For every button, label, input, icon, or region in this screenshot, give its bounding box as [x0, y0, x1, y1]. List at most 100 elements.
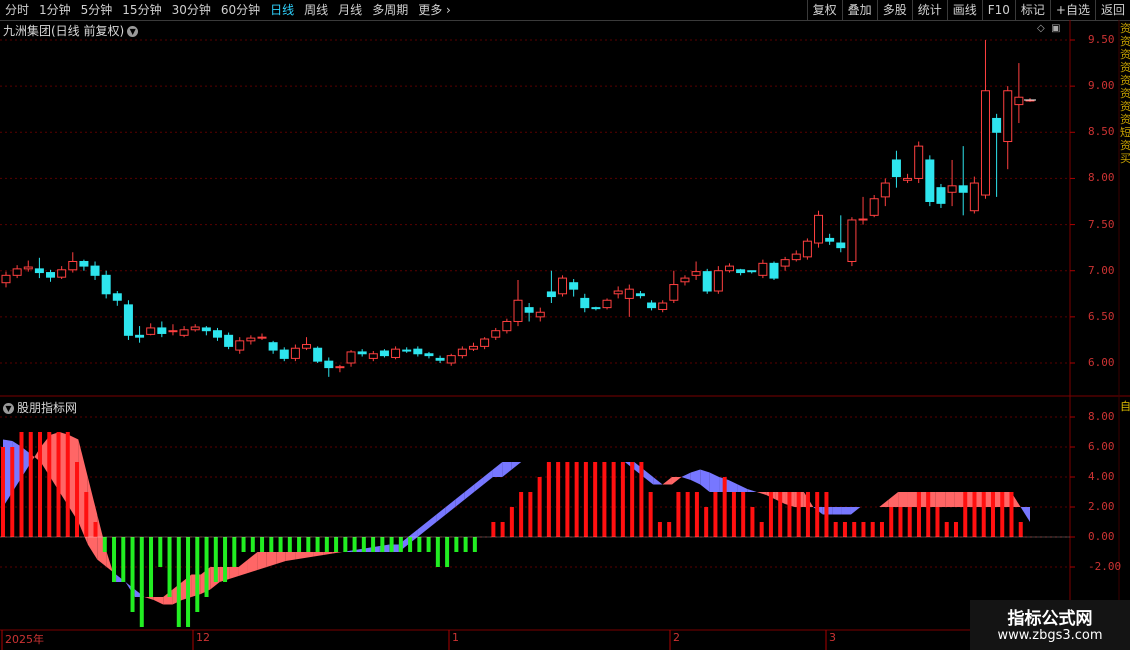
candle-body: [346, 351, 356, 364]
candle-body: [224, 334, 234, 347]
indicator-bar: [93, 522, 98, 537]
indicator-band-segment: [756, 492, 767, 495]
candle-body: [290, 347, 300, 359]
indicator-band-segment: [832, 507, 842, 515]
indicator-bar: [824, 492, 829, 537]
indicator-bar: [953, 522, 958, 537]
indicator-bar: [186, 537, 191, 627]
indicator-bar: [741, 492, 746, 537]
diamond-icon[interactable]: ◇: [1037, 23, 1045, 34]
indicator-bar: [879, 522, 884, 537]
indicator-bar: [898, 507, 903, 537]
candle-body: [535, 311, 545, 318]
indicator-bar: [500, 522, 505, 537]
indicator-bar: [842, 522, 847, 537]
watermark-title: 指标公式网: [1007, 609, 1093, 629]
candle-body: [123, 304, 133, 336]
watermark-url: www.zbgs3.com: [997, 628, 1103, 643]
indicator-bar: [602, 462, 607, 537]
window-icon[interactable]: ▣: [1051, 23, 1060, 34]
indicator-bar: [537, 477, 542, 537]
indicator-band-segment: [945, 492, 955, 507]
candle-body: [936, 187, 946, 204]
chevron-down-icon[interactable]: ▼: [3, 403, 14, 414]
indicator-bar: [139, 537, 144, 627]
indicator-bar: [454, 537, 459, 552]
indicator-bar: [556, 462, 561, 537]
candle-body: [624, 288, 634, 299]
indicator-bar: [472, 537, 477, 552]
watermark: 指标公式网 www.zbgs3.com: [970, 600, 1130, 650]
candle-body: [880, 182, 890, 198]
candle-body: [836, 242, 846, 249]
indicator-bar: [426, 537, 431, 552]
candle-body: [502, 320, 512, 332]
indicator-band-segment: [266, 552, 277, 567]
indicator-bar: [676, 492, 681, 537]
candle-body: [201, 327, 211, 332]
indicator-bar: [232, 537, 237, 567]
candle-body: [569, 282, 579, 290]
indicator-band-segment: [841, 507, 851, 515]
candle-body: [802, 240, 812, 258]
candle-body: [1003, 90, 1013, 143]
indicator-tick-label: 2.00: [1088, 500, 1115, 513]
indicator-bar: [65, 432, 70, 537]
candle-body: [235, 340, 245, 351]
candle-body: [324, 360, 334, 369]
indicator-bar: [778, 492, 783, 537]
candle-body: [90, 265, 100, 276]
indicator-bar: [38, 432, 43, 537]
indicator-bar: [324, 537, 329, 552]
price-panel-title: 九洲集团(日线 前复权) ▼: [3, 22, 139, 39]
indicator-band-segment: [426, 514, 437, 530]
indicator-bar: [889, 507, 894, 537]
indicator-bar: [528, 492, 533, 537]
candle-body: [146, 327, 156, 335]
indicator-bar: [768, 492, 773, 537]
candle-body: [313, 347, 323, 362]
indicator-title: 股朋指标网: [17, 401, 78, 415]
side-ticker: 资资资资资资资资短资买: [1120, 22, 1130, 165]
indicator-bar: [10, 447, 15, 537]
indicator-band-segment: [436, 507, 446, 522]
candle-body: [969, 182, 979, 212]
indicator-band-segment: [737, 484, 748, 492]
indicator-band-segment: [850, 507, 861, 515]
candle-body: [891, 159, 901, 178]
indicator-band-segment: [653, 477, 663, 485]
indicator-band-segment: [907, 492, 917, 507]
indicator-band-segment: [747, 489, 757, 492]
candle-body: [246, 337, 256, 342]
indicator-bar: [630, 462, 635, 537]
candle-body: [168, 330, 178, 333]
indicator-band-segment: [502, 462, 512, 477]
indicator-band-segment: [304, 552, 314, 558]
candle-body: [702, 271, 712, 292]
indicator-band-segment: [323, 552, 333, 555]
indicator-bar: [250, 537, 255, 552]
indicator-band-segment: [464, 484, 475, 500]
indicator-band-segment: [257, 552, 267, 570]
price-tick-label: 6.50: [1088, 309, 1115, 323]
candle-body: [268, 342, 278, 351]
indicator-band-segment: [681, 472, 691, 480]
candle-body: [391, 348, 401, 358]
candle-body: [903, 177, 913, 181]
candle-body: [814, 214, 824, 244]
candle-body: [68, 260, 78, 271]
indicator-bar: [334, 537, 339, 552]
candle-body: [613, 290, 623, 295]
chevron-down-icon[interactable]: ▼: [127, 26, 139, 37]
indicator-bar: [1, 447, 5, 537]
indicator-bar: [981, 492, 986, 537]
indicator-bar: [223, 537, 228, 582]
price-tick-label: 8.50: [1088, 125, 1115, 139]
candle-body: [736, 269, 746, 274]
indicator-bar: [195, 537, 200, 612]
stock-title: 九洲集团(日线 前复权): [3, 24, 125, 38]
candle-body: [34, 268, 44, 274]
indicator-band-segment: [87, 477, 98, 560]
indicator-tick-label: 0.00: [1088, 530, 1115, 543]
candle-body: [491, 330, 501, 338]
